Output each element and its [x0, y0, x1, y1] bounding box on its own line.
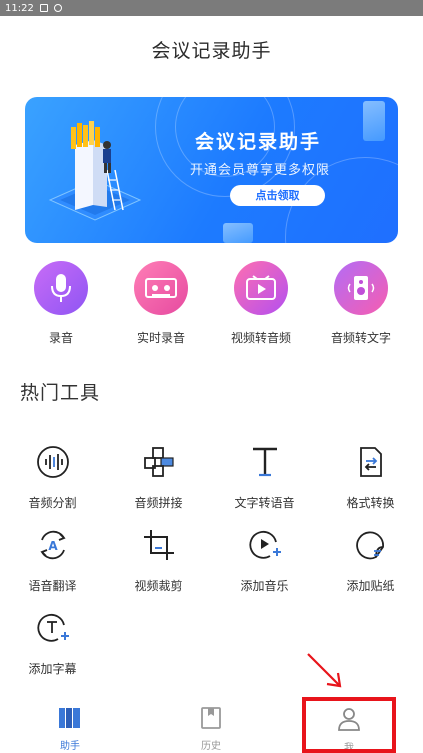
tool-video-crop[interactable]: 视频裁剪 [106, 525, 211, 594]
cassette-icon [134, 261, 188, 315]
nav-assistant[interactable]: 助手 [40, 706, 100, 752]
translate-icon: A [33, 525, 73, 565]
tool-label: 添加字幕 [28, 662, 77, 676]
quick-audio-to-text[interactable]: 音频转文字 [311, 261, 411, 346]
tool-label: 添加贴纸 [346, 579, 395, 593]
tool-audio-split[interactable]: 音频分割 [0, 442, 105, 511]
status-bar: 11:22 [0, 0, 423, 16]
tool-add-music[interactable]: 添加音乐 [212, 525, 317, 594]
tool-audio-join[interactable]: 音频拼接 [106, 442, 211, 511]
tool-label: 音频拼接 [134, 496, 183, 510]
file-convert-icon [351, 442, 391, 482]
quick-actions: 录音 实时录音 视频转音频 音频转文字 [0, 261, 423, 351]
waveform-icon [33, 442, 73, 482]
crop-icon [139, 525, 179, 565]
tool-label: 音频分割 [28, 496, 77, 510]
nav-label-assistant: 助手 [60, 741, 80, 752]
status-time: 11:22 [5, 2, 34, 14]
banner-subtitle: 开通会员尊享更多权限 [190, 163, 331, 178]
add-subtitle-icon [33, 608, 73, 648]
tool-add-subtitle[interactable]: 添加字幕 [0, 608, 105, 677]
banner-illustration-icon [48, 121, 142, 221]
history-book-icon [201, 707, 221, 729]
annotation-arrow-icon [307, 653, 342, 688]
tool-voice-translate[interactable]: A 语音翻译 [0, 525, 105, 594]
tool-add-sticker[interactable]: 添加贴纸 [318, 525, 423, 594]
tool-label: 视频裁剪 [134, 579, 183, 593]
tool-label: 格式转换 [346, 496, 395, 510]
text-t-icon [245, 442, 285, 482]
svg-text:A: A [48, 539, 58, 553]
tool-format-convert[interactable]: 格式转换 [318, 442, 423, 511]
video-play-icon [234, 261, 288, 315]
page-title: 会议记录助手 [151, 40, 272, 62]
vip-banner[interactable]: 会议记录助手 开通会员尊享更多权限 点击领取 [25, 97, 398, 243]
puzzle-join-icon [139, 442, 179, 482]
claim-button[interactable]: 点击领取 [230, 185, 325, 206]
hot-tools-title: 热门工具 [20, 382, 101, 404]
microphone-icon [34, 261, 88, 315]
highlight-box [302, 697, 396, 753]
quick-record[interactable]: 录音 [11, 261, 111, 346]
sticker-icon [351, 525, 391, 565]
speaker-icon [334, 261, 388, 315]
quick-live-record[interactable]: 实时录音 [111, 261, 211, 346]
add-music-icon [245, 525, 285, 565]
tool-label: 添加音乐 [240, 579, 289, 593]
tool-label: 文字转语音 [234, 496, 295, 510]
quick-label-video-to-audio: 视频转音频 [230, 331, 291, 345]
quick-label-record: 录音 [48, 331, 73, 345]
banner-title: 会议记录助手 [195, 131, 322, 153]
nav-history[interactable]: 历史 [181, 706, 241, 752]
nav-label-history: 历史 [201, 741, 221, 752]
tool-label: 语音翻译 [28, 579, 77, 593]
quick-label-audio-to-text: 音频转文字 [330, 331, 391, 345]
tool-text-to-speech[interactable]: 文字转语音 [212, 442, 317, 511]
notification-icon [39, 4, 48, 12]
settings-status-icon [53, 4, 62, 12]
quick-video-to-audio[interactable]: 视频转音频 [211, 261, 311, 346]
assistant-book-icon [59, 708, 80, 728]
quick-label-live-record: 实时录音 [136, 331, 185, 345]
